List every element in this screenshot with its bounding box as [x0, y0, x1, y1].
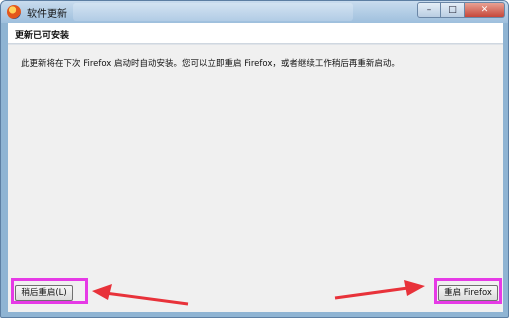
arrow-left-icon [92, 284, 189, 306]
arrow-right-icon [334, 280, 425, 300]
annotation-arrows [92, 280, 425, 306]
